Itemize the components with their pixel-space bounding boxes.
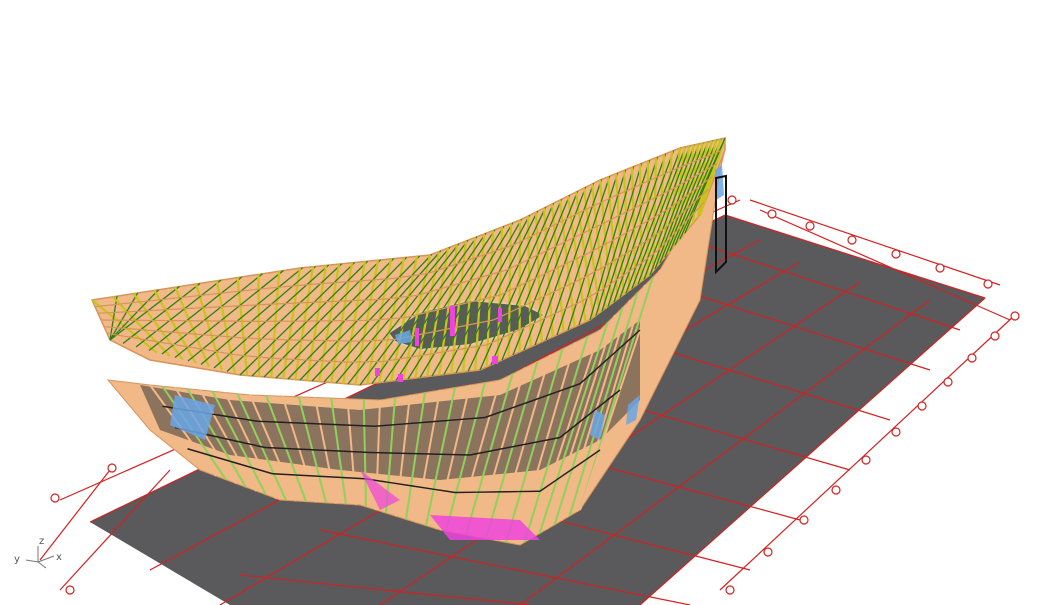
3d-viewport[interactable]: z x y [0,0,1044,605]
floor-slab-edge [444,453,471,456]
axis-y-label: y [14,554,20,565]
axis-x-label: x [56,552,62,563]
roof-member [321,339,359,342]
roof-member [284,339,322,342]
floor-slab-edge [419,453,446,456]
model-scene[interactable]: z x y [0,0,1044,605]
axis-z-label: z [39,536,44,547]
roof-member [347,360,384,363]
floor-slab-edge [369,451,396,454]
floor-slab-edge [394,452,421,455]
